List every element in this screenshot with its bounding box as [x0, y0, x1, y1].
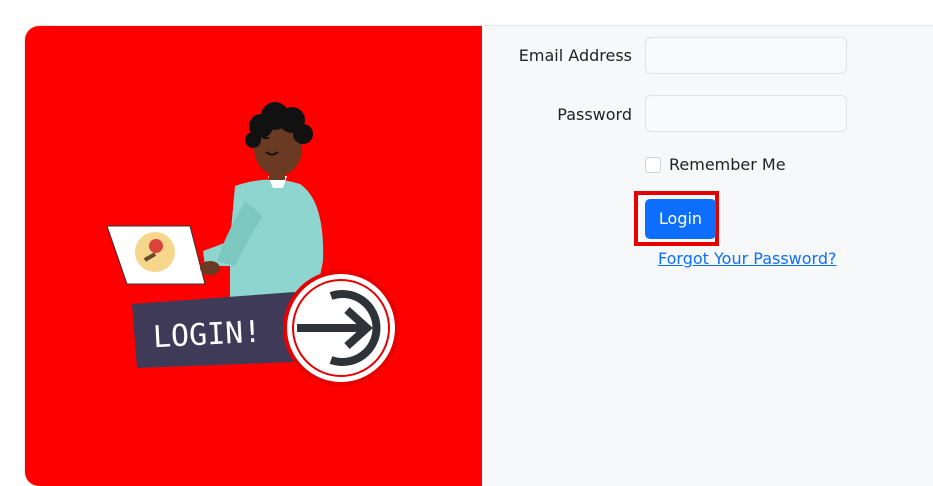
login-button[interactable]: Login [645, 199, 716, 239]
login-card: LOGIN! Email Address Password Remember M… [25, 26, 933, 486]
login-illustration: LOGIN! [106, 102, 399, 386]
password-field[interactable] [645, 95, 847, 132]
email-label: Email Address [518, 46, 632, 65]
login-form: Email Address Password Remember Me Login… [482, 26, 933, 486]
remember-me-label: Remember Me [669, 155, 786, 174]
illustration-panel: LOGIN! [25, 26, 482, 486]
forgot-password-link[interactable]: Forgot Your Password? [658, 249, 837, 268]
email-field[interactable] [645, 37, 847, 74]
remember-me-checkbox[interactable] [645, 157, 661, 173]
password-label: Password [557, 105, 632, 124]
login-sign-text: LOGIN! [152, 315, 262, 356]
